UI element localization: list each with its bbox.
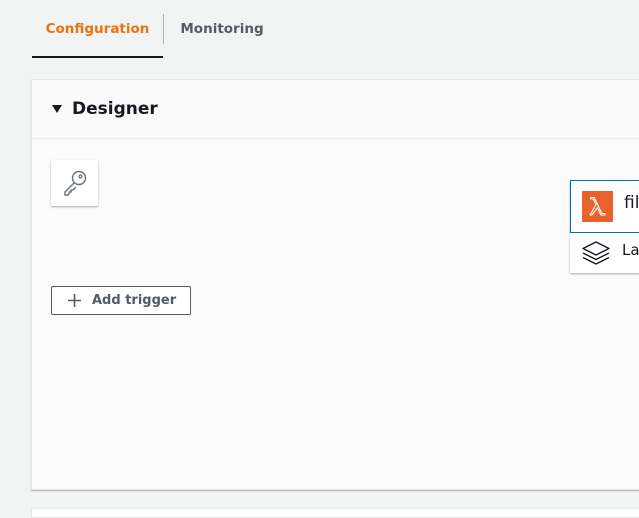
function-card: fil La: [570, 180, 639, 273]
add-trigger-label: Add trigger: [92, 293, 177, 308]
tab-monitoring[interactable]: Monitoring: [164, 0, 280, 58]
tab-configuration[interactable]: Configuration: [32, 0, 163, 58]
active-tab-underline: [32, 56, 163, 58]
designer-canvas: Add trigger fil La: [32, 140, 639, 489]
lambda-icon: [582, 191, 613, 222]
layers-icon: [582, 241, 610, 265]
layers-node[interactable]: La: [570, 233, 639, 273]
layers-label: La: [622, 241, 639, 259]
add-trigger-button[interactable]: Add trigger: [51, 286, 191, 315]
function-node[interactable]: fil: [570, 180, 639, 233]
designer-panel: Designer Add trigger fil La: [31, 79, 639, 490]
function-name: fil: [624, 193, 639, 213]
designer-panel-header[interactable]: Designer: [32, 80, 639, 139]
caret-down-icon[interactable]: [52, 105, 62, 113]
plus-icon: [68, 294, 81, 307]
key-icon: [64, 170, 87, 196]
tab-bar: Configuration Monitoring: [0, 0, 639, 60]
tab-monitoring-label: Monitoring: [180, 21, 264, 37]
permissions-button[interactable]: [51, 160, 98, 206]
designer-title: Designer: [72, 99, 158, 119]
tab-configuration-label: Configuration: [45, 21, 150, 37]
next-panel: [31, 508, 639, 518]
